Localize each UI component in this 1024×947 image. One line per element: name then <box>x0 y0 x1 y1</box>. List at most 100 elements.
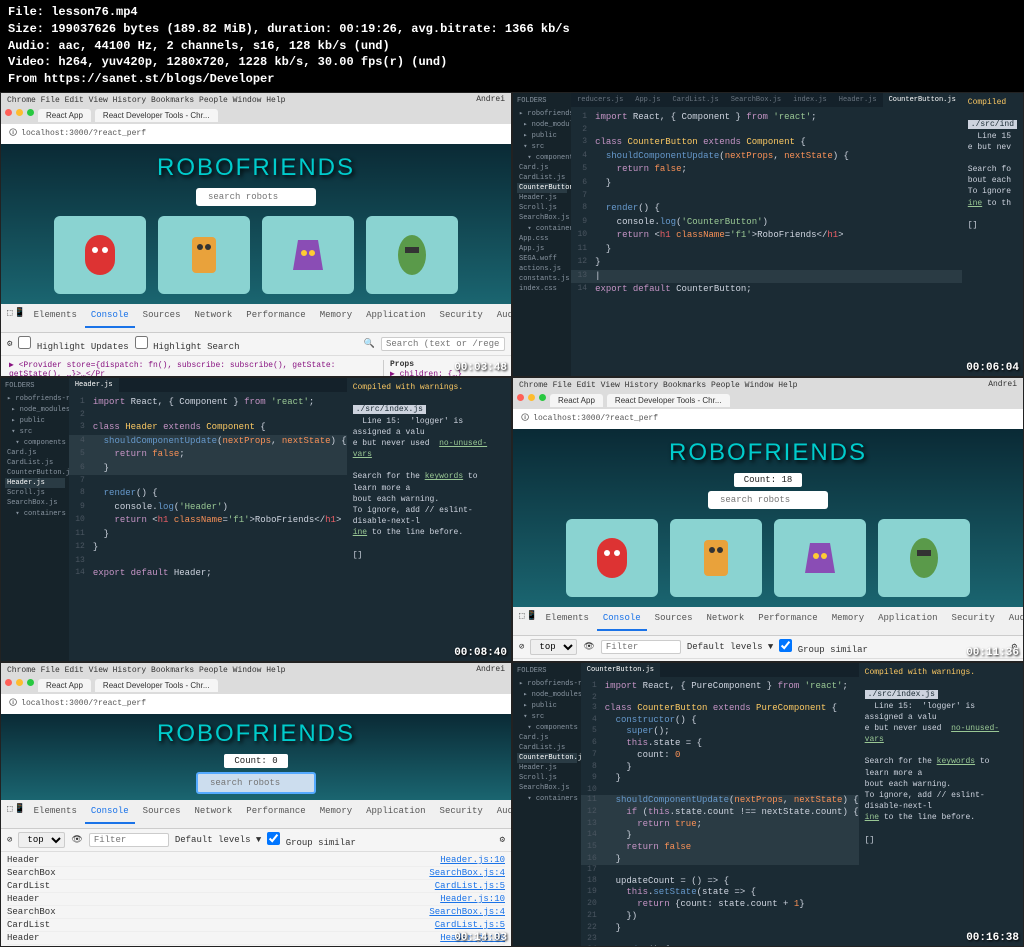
console-output[interactable]: HeaderHeader.js:10SearchBoxSearchBox.js:… <box>1 852 511 947</box>
robot-card[interactable] <box>566 519 658 597</box>
highlight-search-checkbox[interactable]: Highlight Search <box>135 336 240 352</box>
tab-sources[interactable]: Sources <box>137 804 187 824</box>
tab-memory[interactable]: Memory <box>314 804 358 824</box>
levels-dropdown[interactable]: Default levels ▼ <box>175 835 261 845</box>
file-info-header: File: lesson76.mp4 Size: 199037626 bytes… <box>0 0 1024 92</box>
tab-security[interactable]: Security <box>946 611 1001 631</box>
robot-card[interactable] <box>366 216 458 294</box>
editor-sidebar[interactable]: FOLDERS ▸ robofriends-redux ▸ node_modul… <box>513 93 571 376</box>
tab-memory[interactable]: Memory <box>314 308 358 328</box>
tab-sources[interactable]: Sources <box>649 611 699 631</box>
tab-elements[interactable]: Elements <box>28 804 83 824</box>
console-row[interactable]: CardListCardList.js:5 <box>7 919 505 932</box>
code-editor[interactable]: 1import React, { Component } from 'react… <box>571 107 962 301</box>
editor-tabs[interactable]: reducers.js App.js CardList.js SearchBox… <box>571 93 962 107</box>
device-icon[interactable]: 📱 <box>14 804 25 824</box>
react-tree[interactable]: ▶ <Provider store={dispatch: fn(), subsc… <box>9 360 383 377</box>
levels-dropdown[interactable]: Default levels ▼ <box>687 642 773 652</box>
console-row[interactable]: SearchBoxSearchBox.js:4 <box>7 906 505 919</box>
tab-audits[interactable]: Audits <box>491 804 511 824</box>
robot-card[interactable] <box>262 216 354 294</box>
editor-sidebar[interactable]: FOLDERS ▸ robofriends-redux ▸ node_modul… <box>513 663 581 946</box>
tab-sources[interactable]: Sources <box>137 308 187 328</box>
gear-icon[interactable]: ⚙ <box>500 835 505 845</box>
group-similar-checkbox[interactable]: Group similar <box>267 832 356 848</box>
url-bar[interactable]: 🛈localhost:3000/?react_perf <box>513 409 1023 429</box>
context-select[interactable]: top <box>530 639 577 655</box>
console-row[interactable]: HeaderHeader.js:10 <box>7 854 505 867</box>
timestamp: 00:14:03 <box>454 932 507 944</box>
tab-application[interactable]: Application <box>360 804 431 824</box>
inspect-icon[interactable]: ⬚ <box>7 804 12 824</box>
gear-icon[interactable]: ⚙ <box>7 339 12 349</box>
tab-elements[interactable]: Elements <box>28 308 83 328</box>
count-button[interactable]: Count: 18 <box>734 473 803 487</box>
console-row[interactable]: HeaderHeader.js:10 <box>7 932 505 945</box>
code-editor[interactable]: 1import React, { PureComponent } from 'r… <box>581 677 859 947</box>
search-input[interactable] <box>708 491 828 509</box>
console-row[interactable]: CardListCardList.js:5 <box>7 880 505 893</box>
panel-3: FOLDERS ▸ robofriends-redux ▸ node_modul… <box>0 377 512 662</box>
react-search-input[interactable] <box>381 337 505 351</box>
context-select[interactable]: top <box>18 832 65 848</box>
tab-elements[interactable]: Elements <box>540 611 595 631</box>
robot-card[interactable] <box>774 519 866 597</box>
inspect-icon[interactable]: ⬚ <box>519 611 524 631</box>
tab-audits[interactable]: Audits <box>491 308 511 328</box>
tab-react-app[interactable]: React App <box>550 394 603 407</box>
tab-security[interactable]: Security <box>434 804 489 824</box>
browser-tabs[interactable]: React App React Developer Tools - Chr... <box>1 107 511 124</box>
robot-card[interactable] <box>158 216 250 294</box>
tab-performance[interactable]: Performance <box>240 308 311 328</box>
count-button[interactable]: Count: 0 <box>224 754 287 768</box>
editor-tab[interactable]: CounterButton.js <box>581 663 660 677</box>
url-bar[interactable]: 🛈localhost:3000/?react_perf <box>1 124 511 144</box>
filter-input[interactable] <box>89 833 169 847</box>
robot-card[interactable] <box>878 519 970 597</box>
tab-security[interactable]: Security <box>434 308 489 328</box>
filter-input[interactable] <box>601 640 681 654</box>
tab-devtools-ext[interactable]: React Developer Tools - Chr... <box>607 394 730 407</box>
group-similar-checkbox[interactable]: Group similar <box>779 639 868 655</box>
tab-performance[interactable]: Performance <box>240 804 311 824</box>
app-title: ROBOFRIENDS <box>1 154 511 182</box>
console-row[interactable]: SearchBoxSearchBox.js:4 <box>7 867 505 880</box>
editor-tab[interactable]: Header.js <box>69 378 119 392</box>
tab-memory[interactable]: Memory <box>826 611 870 631</box>
tab-devtools-ext[interactable]: React Developer Tools - Chr... <box>95 109 218 122</box>
search-input[interactable] <box>196 188 316 206</box>
tab-application[interactable]: Application <box>360 308 431 328</box>
panel-4: Chrome File Edit View History Bookmarks … <box>512 377 1024 662</box>
robot-card[interactable] <box>54 216 146 294</box>
eye-icon[interactable]: 👁 <box>71 835 82 845</box>
robot-card[interactable] <box>670 519 762 597</box>
highlight-updates-checkbox[interactable]: Highlight Updates <box>18 336 128 352</box>
inspect-icon[interactable]: ⬚ <box>7 308 12 328</box>
tab-network[interactable]: Network <box>700 611 750 631</box>
editor-sidebar[interactable]: FOLDERS ▸ robofriends-redux ▸ node_modul… <box>1 378 69 661</box>
tab-application[interactable]: Application <box>872 611 943 631</box>
tab-console[interactable]: Console <box>85 308 135 328</box>
tab-network[interactable]: Network <box>188 308 238 328</box>
app-title: ROBOFRIENDS <box>1 720 511 748</box>
tab-devtools-ext[interactable]: React Developer Tools - Chr... <box>95 679 218 692</box>
eye-icon[interactable]: 👁 <box>583 642 594 652</box>
url-bar[interactable]: 🛈localhost:3000/?react_perf <box>1 694 511 714</box>
code-editor[interactable]: 1import React, { Component } from 'react… <box>69 392 347 585</box>
robofriends-app: ROBOFRIENDS <box>1 144 511 304</box>
device-icon[interactable]: 📱 <box>14 308 25 328</box>
tab-console[interactable]: Console <box>85 804 135 824</box>
tab-react-app[interactable]: React App <box>38 679 91 692</box>
timestamp: 00:11:36 <box>966 647 1019 659</box>
device-icon[interactable]: 📱 <box>526 611 537 631</box>
clear-icon[interactable]: ⊘ <box>519 642 524 652</box>
tab-audits[interactable]: Audits <box>1003 611 1023 631</box>
clear-icon[interactable]: ⊘ <box>7 835 12 845</box>
devtools-tabs[interactable]: ⬚ 📱 Elements Console Sources Network Per… <box>1 304 511 333</box>
search-input[interactable] <box>196 772 316 794</box>
tab-performance[interactable]: Performance <box>752 611 823 631</box>
tab-console[interactable]: Console <box>597 611 647 631</box>
tab-react-app[interactable]: React App <box>38 109 91 122</box>
tab-network[interactable]: Network <box>188 804 238 824</box>
console-row[interactable]: HeaderHeader.js:10 <box>7 893 505 906</box>
